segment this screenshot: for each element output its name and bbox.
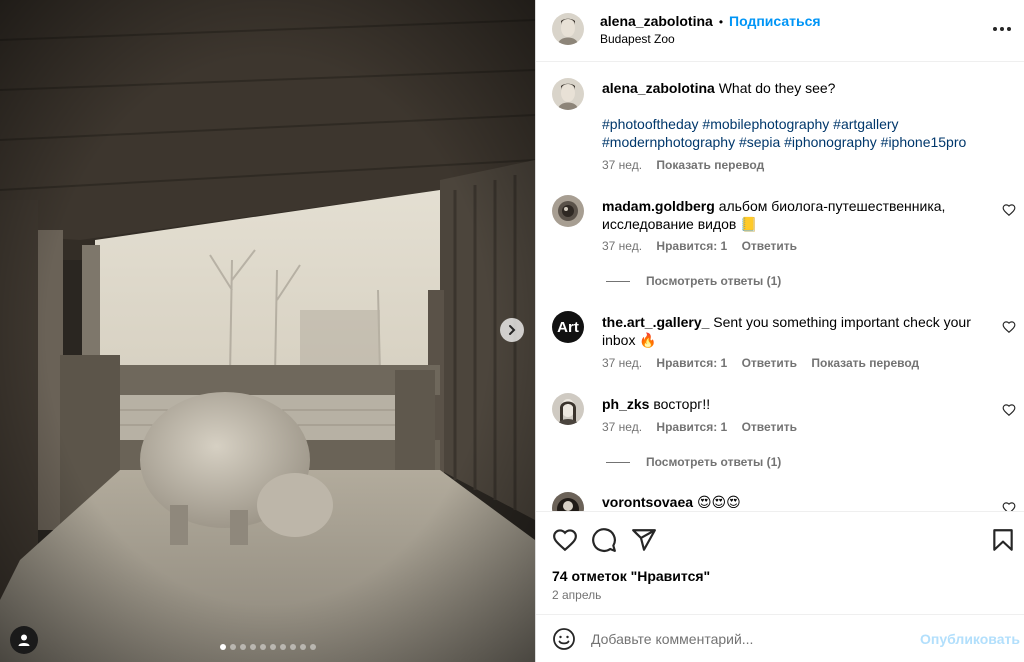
comment-bubble-icon[interactable] bbox=[591, 527, 617, 553]
comment-username[interactable]: vorontsovaea bbox=[602, 494, 693, 510]
commenter-avatar-image bbox=[552, 195, 584, 227]
smiley-icon[interactable] bbox=[552, 627, 576, 651]
comments-list[interactable]: alena_zabolotina What do they see? #phot… bbox=[536, 63, 1024, 511]
comment-likes[interactable]: Нравится: 1 bbox=[656, 356, 727, 370]
comment-translate-link[interactable]: Показать перевод bbox=[811, 356, 919, 370]
view-replies-button[interactable]: Посмотреть ответы (1) bbox=[606, 274, 781, 288]
carousel-dot bbox=[239, 644, 246, 650]
post-date[interactable]: 2 апрель bbox=[552, 588, 601, 602]
comment-reply-button[interactable]: Ответить bbox=[742, 356, 797, 370]
comment-username[interactable]: ph_zks bbox=[602, 396, 649, 412]
bookmark-icon[interactable] bbox=[990, 527, 1016, 553]
comment-meta: 37 нед. Нравится: 1 Ответить Показать пе… bbox=[602, 356, 930, 370]
comment-username[interactable]: the.art_.gallery_ bbox=[602, 314, 709, 330]
comment-likes[interactable]: Нравится: 1 bbox=[656, 239, 727, 253]
replies-divider bbox=[606, 280, 630, 282]
caption-time[interactable]: 37 нед. bbox=[602, 158, 642, 172]
sepia-photo-pig-in-pen bbox=[0, 0, 535, 662]
likes-count[interactable]: 74 отметок "Нравится" bbox=[552, 568, 710, 584]
replies-divider bbox=[606, 461, 630, 463]
commenter-avatar[interactable] bbox=[552, 393, 584, 425]
caption-text: alena_zabolotina What do they see? bbox=[602, 79, 992, 97]
heart-icon[interactable] bbox=[552, 527, 578, 553]
commenter-avatar[interactable] bbox=[552, 195, 584, 227]
comment-reply-button[interactable]: Ответить bbox=[742, 420, 797, 434]
author-avatar-image bbox=[552, 13, 584, 45]
carousel-dot bbox=[259, 644, 266, 650]
post-details-panel: alena_zabolotina • Подписаться Budapest Zo… bbox=[535, 0, 1024, 662]
comment-like-heart-icon[interactable] bbox=[1002, 501, 1016, 511]
post-header: alena_zabolotina • Подписаться Budapest Zo… bbox=[536, 0, 1024, 62]
comment-message: 😍😍😍 bbox=[696, 494, 741, 510]
caption-message: What do they see? bbox=[718, 80, 836, 96]
paper-plane-icon[interactable] bbox=[631, 527, 657, 553]
more-options-button[interactable] bbox=[991, 19, 1013, 39]
view-replies-label: Посмотреть ответы (1) bbox=[646, 455, 782, 469]
comment-time[interactable]: 37 нед. bbox=[602, 239, 642, 253]
carousel-dot bbox=[249, 644, 256, 650]
author-username[interactable]: alena_zabolotina bbox=[600, 13, 713, 29]
commenter-avatar-image bbox=[552, 492, 584, 511]
comment-text: ph_zks восторг!! bbox=[602, 395, 992, 413]
comment-message: восторг!! bbox=[653, 396, 711, 412]
caption-hashtags-line2[interactable]: #modernphotography #sepia #iphonography … bbox=[602, 133, 992, 151]
next-photo-button[interactable] bbox=[500, 318, 524, 342]
comment-likes[interactable]: Нравится: 1 bbox=[656, 420, 727, 434]
comment-input[interactable] bbox=[591, 627, 911, 651]
user-tag-icon bbox=[18, 634, 30, 646]
chevron-right-icon bbox=[509, 325, 516, 335]
commenter-avatar-image bbox=[552, 393, 584, 425]
comment-meta: 37 нед. Нравится: 1 Ответить bbox=[602, 239, 808, 253]
carousel-dot bbox=[269, 644, 276, 650]
caption-username[interactable]: alena_zabolotina bbox=[602, 80, 715, 96]
view-replies-button[interactable]: Посмотреть ответы (1) bbox=[606, 455, 781, 469]
caption-meta: 37 нед. Показать перевод bbox=[602, 158, 775, 172]
carousel-dot bbox=[219, 644, 226, 650]
header-user-line: alena_zabolotina • Подписаться bbox=[600, 12, 821, 31]
caption-hashtags-line1[interactable]: #photooftheday #mobilephotography #artga… bbox=[602, 115, 992, 133]
post-actions: 74 отметок "Нравится" 2 апрель bbox=[536, 511, 1024, 614]
carousel-dot bbox=[279, 644, 286, 650]
comment-reply-button[interactable]: Ответить bbox=[742, 239, 797, 253]
follow-button[interactable]: Подписаться bbox=[729, 13, 821, 29]
header-separator: • bbox=[718, 15, 724, 29]
caption-translate-link[interactable]: Показать перевод bbox=[656, 158, 764, 172]
comment-like-heart-icon[interactable] bbox=[1002, 403, 1016, 417]
add-comment-bar: Опубликовать bbox=[536, 614, 1024, 662]
comment-time[interactable]: 37 нед. bbox=[602, 356, 642, 370]
tagged-users-button[interactable] bbox=[10, 626, 38, 654]
author-avatar[interactable] bbox=[552, 13, 584, 45]
view-replies-label: Посмотреть ответы (1) bbox=[646, 274, 782, 288]
comment-like-heart-icon[interactable] bbox=[1002, 203, 1016, 217]
post-photo[interactable] bbox=[0, 0, 535, 662]
commenter-avatar[interactable] bbox=[552, 492, 584, 511]
comment-text: madam.goldberg альбом биолога-путешестве… bbox=[602, 197, 992, 233]
comment-time[interactable]: 37 нед. bbox=[602, 420, 642, 434]
carousel-dot bbox=[299, 644, 306, 650]
comment-text: the.art_.gallery_ Sent you something imp… bbox=[602, 313, 992, 349]
art-gallery-logo-text: Art bbox=[557, 318, 579, 336]
caption-avatar[interactable] bbox=[552, 78, 584, 110]
more-horizontal-icon bbox=[993, 27, 1011, 31]
post-location[interactable]: Budapest Zoo bbox=[600, 32, 675, 46]
comment-meta: 37 нед. Нравится: 1 Ответить bbox=[602, 420, 808, 434]
commenter-avatar[interactable]: Art bbox=[552, 311, 584, 343]
carousel-indicator bbox=[0, 644, 535, 650]
carousel-dot bbox=[309, 644, 316, 650]
comment-like-heart-icon[interactable] bbox=[1002, 320, 1016, 334]
carousel-dot bbox=[289, 644, 296, 650]
caption-avatar-image bbox=[552, 78, 584, 110]
carousel-dot bbox=[229, 644, 236, 650]
comment-username[interactable]: madam.goldberg bbox=[602, 198, 715, 214]
comment-text: vorontsovaea 😍😍😍 bbox=[602, 493, 992, 511]
publish-button[interactable]: Опубликовать bbox=[920, 631, 1020, 647]
